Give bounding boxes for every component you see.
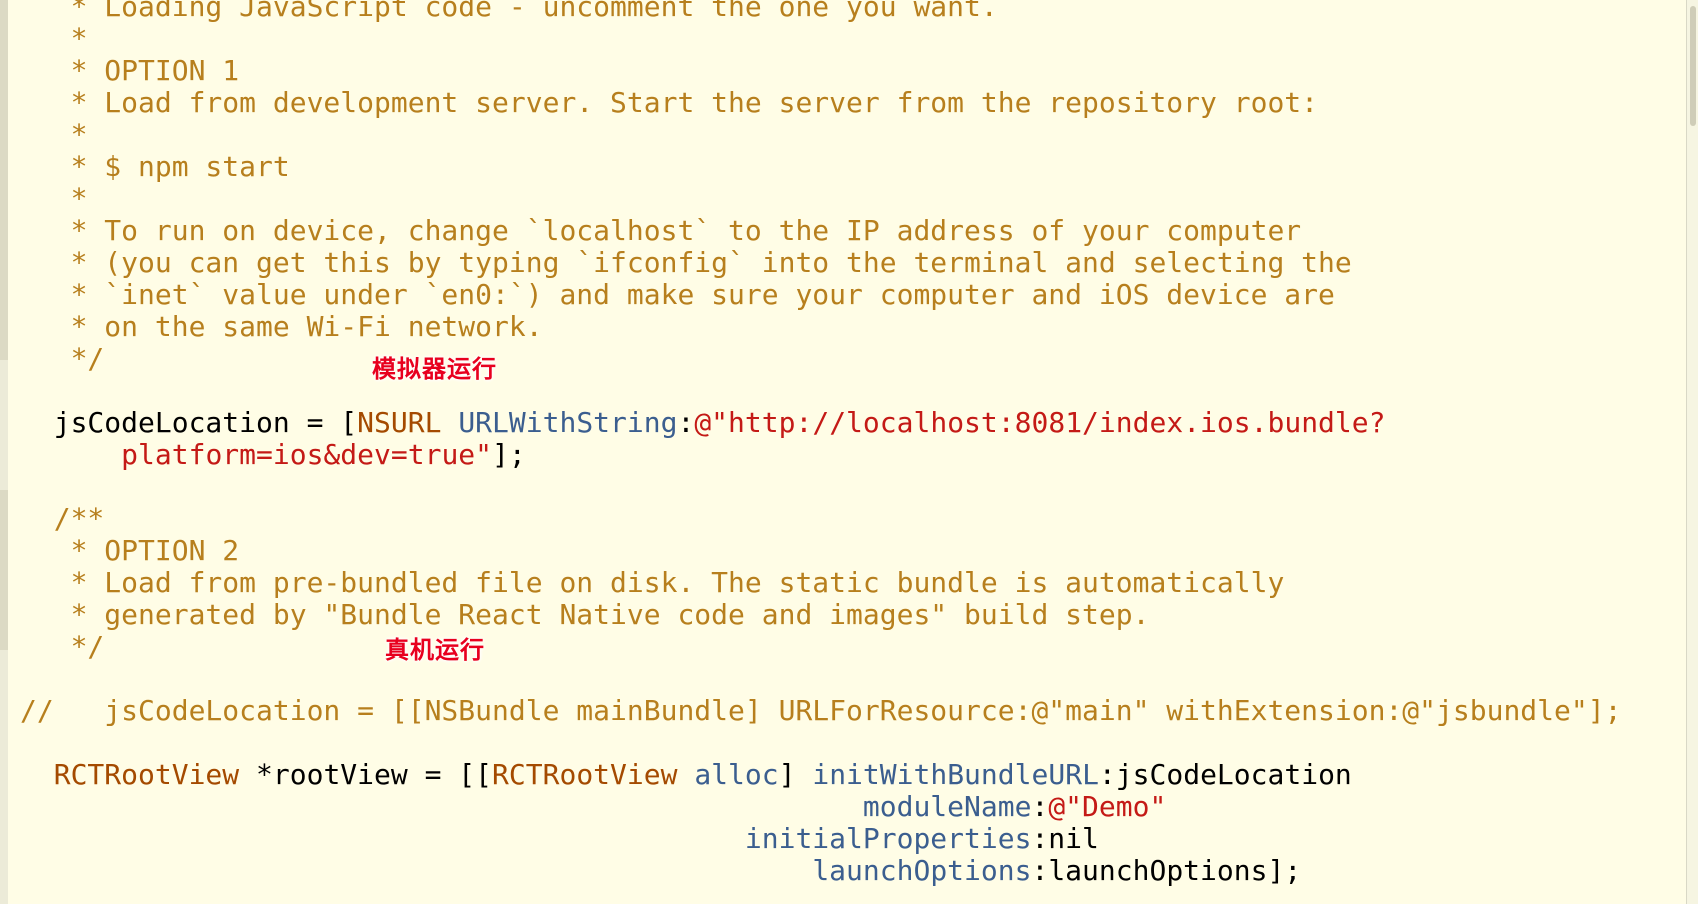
code-line[interactable]: * To run on device, change `localhost` t…	[20, 215, 1621, 247]
code-token-mth: URLWithString	[458, 406, 678, 439]
code-token-cm: * `inet` value under `en0:`) and make su…	[20, 278, 1335, 311]
code-token-mth: initialProperties	[744, 822, 1032, 855]
code-line[interactable]: initialProperties:nil	[20, 823, 1621, 855]
code-line[interactable]: */	[20, 343, 1621, 375]
code-token-mth: initWithBundleURL	[812, 758, 1099, 791]
code-line[interactable]: moduleName:@"Demo"	[20, 791, 1621, 823]
code-token-cm: * $ npm start	[20, 150, 290, 183]
source-code[interactable]: * Loading JavaScript code - uncomment th…	[20, 0, 1621, 887]
code-token-cm: * on the same Wi-Fi network.	[20, 310, 543, 343]
code-line[interactable]: platform=ios&dev=true"];	[20, 439, 1621, 471]
code-token-plain: :	[677, 406, 695, 439]
code-line[interactable]: *	[20, 119, 1621, 151]
code-line[interactable]	[20, 663, 1621, 695]
code-editor[interactable]: * Loading JavaScript code - uncomment th…	[0, 0, 1698, 904]
code-token-cm: */	[20, 342, 105, 375]
code-token-cm: * generated by "Bundle React Native code…	[20, 598, 1150, 631]
code-token-cls: RCTRootView	[492, 758, 678, 791]
code-token-cm: /**	[20, 502, 105, 535]
code-token-cm: * OPTION 2	[20, 534, 240, 567]
code-token-cm: * (you can get this by typing `ifconfig`…	[20, 246, 1352, 279]
gutter-fold-band	[0, 0, 8, 360]
code-token-str: @"http://localhost:8081/index.ios.bundle…	[694, 406, 1386, 439]
annotation-device-run: 真机运行	[385, 636, 485, 664]
code-line[interactable]: * `inet` value under `en0:`) and make su…	[20, 279, 1621, 311]
code-line[interactable]: * OPTION 2	[20, 535, 1621, 567]
code-token-plain: jsCodeLocation = [	[20, 406, 358, 439]
code-token-cm: * Load from development server. Start th…	[20, 86, 1319, 119]
code-token-cls: NSURL	[357, 406, 442, 439]
editor-gutter	[0, 0, 8, 904]
code-token-mth: launchOptions	[812, 854, 1032, 887]
gutter-fold-band	[0, 490, 8, 650]
code-token-mth: alloc	[694, 758, 779, 791]
code-line[interactable]: *	[20, 183, 1621, 215]
code-token-mth: moduleName	[862, 790, 1032, 823]
code-line[interactable]: RCTRootView *rootView = [[RCTRootView al…	[20, 759, 1621, 791]
code-token-str: platform=ios&dev=true"	[121, 438, 493, 471]
code-token-cm: *	[20, 118, 88, 151]
code-token-plain: :	[1031, 790, 1049, 823]
code-line[interactable]: // jsCodeLocation = [[NSBundle mainBundl…	[20, 695, 1621, 727]
vertical-scrollbar[interactable]	[1686, 0, 1698, 904]
code-line[interactable]	[20, 375, 1621, 407]
code-token-plain: ]	[778, 758, 813, 791]
code-line[interactable]: */	[20, 631, 1621, 663]
code-token-cm: *	[20, 22, 88, 55]
code-line[interactable]: * on the same Wi-Fi network.	[20, 311, 1621, 343]
code-line[interactable]: * $ npm start	[20, 151, 1621, 183]
scrollbar-thumb[interactable]	[1690, 6, 1696, 126]
code-line[interactable]: * generated by "Bundle React Native code…	[20, 599, 1621, 631]
code-line[interactable]: launchOptions:launchOptions];	[20, 855, 1621, 887]
code-token-plain: *rootView = [[	[239, 758, 493, 791]
code-line[interactable]: * Load from pre-bundled file on disk. Th…	[20, 567, 1621, 599]
code-token-cm: *	[20, 182, 88, 215]
code-token-str: @"Demo"	[1048, 790, 1167, 823]
code-token-cm: */	[20, 630, 105, 663]
code-token-cm: * Load from pre-bundled file on disk. Th…	[20, 566, 1285, 599]
code-line[interactable]: *	[20, 23, 1621, 55]
code-token-cls: RCTRootView	[53, 758, 240, 791]
code-line[interactable]: /**	[20, 503, 1621, 535]
code-token-plain: :launchOptions];	[1031, 854, 1302, 887]
code-line[interactable]	[20, 471, 1621, 503]
annotation-simulator-run: 模拟器运行	[372, 355, 497, 383]
code-token-plain: :jsCodeLocation	[1098, 758, 1352, 791]
code-line[interactable]	[20, 727, 1621, 759]
code-line[interactable]: * Loading JavaScript code - uncomment th…	[20, 0, 1621, 23]
code-line[interactable]: * Load from development server. Start th…	[20, 87, 1621, 119]
code-token-cm: // jsCodeLocation = [[NSBundle mainBundl…	[20, 694, 1622, 727]
code-token-plain: ];	[492, 438, 526, 471]
code-token-cm: * Loading JavaScript code - uncomment th…	[20, 0, 998, 23]
code-token-plain: :nil	[1031, 822, 1099, 855]
code-line[interactable]: jsCodeLocation = [NSURL URLWithString:@"…	[20, 407, 1621, 439]
code-line[interactable]: * OPTION 1	[20, 55, 1621, 87]
code-line[interactable]: * (you can get this by typing `ifconfig`…	[20, 247, 1621, 279]
code-token-cm: * To run on device, change `localhost` t…	[20, 214, 1302, 247]
code-token-cm: * OPTION 1	[20, 54, 240, 87]
